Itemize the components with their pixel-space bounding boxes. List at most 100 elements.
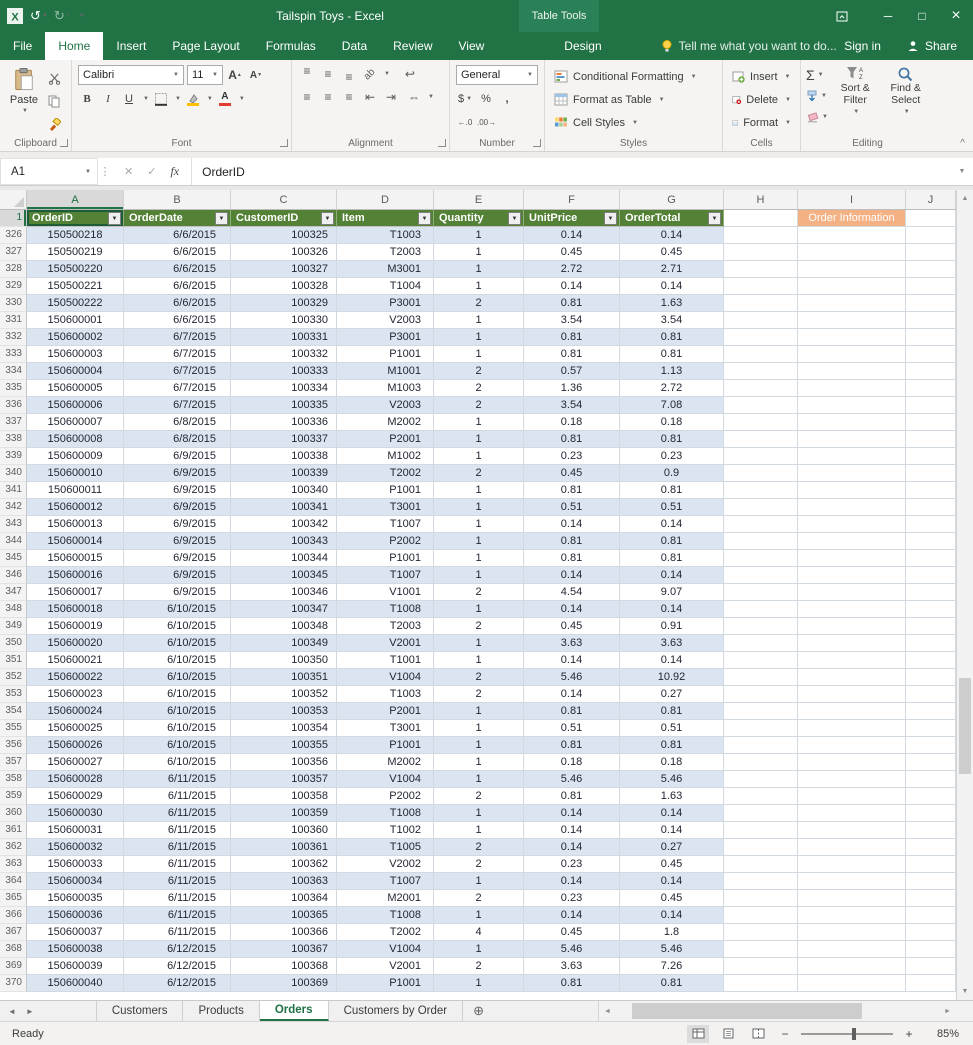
cell[interactable]: 150600012 (27, 499, 124, 516)
cell[interactable]: 150600001 (27, 312, 124, 329)
cell[interactable]: 0.81 (524, 975, 620, 992)
cell[interactable]: T1004 (337, 278, 434, 295)
cell[interactable] (724, 720, 798, 737)
row-header-364[interactable]: 364 (0, 873, 27, 890)
vertical-scroll-thumb[interactable] (959, 678, 971, 774)
row-header-341[interactable]: 341 (0, 482, 27, 499)
cell[interactable] (906, 958, 956, 975)
cell[interactable]: 0.14 (620, 805, 724, 822)
cell[interactable] (906, 431, 956, 448)
row-header-342[interactable]: 342 (0, 499, 27, 516)
column-header-H[interactable]: H (724, 190, 798, 209)
redo-button[interactable]: ↻ ▼ (54, 8, 72, 24)
cell[interactable]: 0.51 (620, 499, 724, 516)
row-header-329[interactable]: 329 (0, 278, 27, 295)
cell[interactable] (724, 584, 798, 601)
cell[interactable] (906, 720, 956, 737)
row-header-346[interactable]: 346 (0, 567, 27, 584)
zoom-in-button[interactable]: + (901, 1027, 917, 1041)
row-header-370[interactable]: 370 (0, 975, 27, 992)
ribbon-tab-review[interactable]: Review (380, 32, 445, 60)
row-header-360[interactable]: 360 (0, 805, 27, 822)
cell[interactable] (724, 482, 798, 499)
cell[interactable] (906, 295, 956, 312)
row-header-1[interactable]: 1 (0, 210, 27, 227)
cell[interactable] (906, 856, 956, 873)
cell[interactable]: 1 (434, 703, 524, 720)
cell[interactable]: 150600029 (27, 788, 124, 805)
cell[interactable]: 6/9/2015 (124, 482, 231, 499)
cell[interactable]: 6/12/2015 (124, 958, 231, 975)
formula-bar-expand-icon[interactable]: ▼ (951, 158, 973, 185)
cell[interactable]: 6/10/2015 (124, 652, 231, 669)
cell[interactable]: 6/7/2015 (124, 329, 231, 346)
cell[interactable] (906, 805, 956, 822)
column-header-A[interactable]: A (27, 190, 124, 209)
cell[interactable] (906, 227, 956, 244)
autosum-button[interactable]: Σ ▼ (806, 66, 828, 84)
filter-button-orderid[interactable]: ▼ (108, 212, 121, 225)
cell[interactable]: 6/9/2015 (124, 448, 231, 465)
sign-in-link[interactable]: Sign in (844, 39, 881, 53)
ribbon-tab-home[interactable]: Home (45, 32, 104, 60)
cell[interactable] (798, 516, 906, 533)
horizontal-scroll-track[interactable] (616, 1001, 939, 1021)
cell[interactable]: 1 (434, 941, 524, 958)
cell[interactable]: 1 (434, 482, 524, 499)
table-header-unitprice[interactable]: UnitPrice ▼ (524, 210, 620, 227)
cell[interactable]: 6/9/2015 (124, 516, 231, 533)
cell[interactable] (724, 924, 798, 941)
cell[interactable]: V2001 (337, 958, 434, 975)
cell[interactable]: V1001 (337, 584, 434, 601)
increase-decimal-button[interactable]: ←.0 (456, 113, 474, 131)
delete-cells-button[interactable]: Delete ▼ (726, 88, 797, 111)
page-layout-view-icon[interactable] (717, 1025, 739, 1043)
column-header-C[interactable]: C (231, 190, 337, 209)
cell[interactable] (798, 975, 906, 992)
cell[interactable]: 6/11/2015 (124, 856, 231, 873)
cell[interactable] (798, 822, 906, 839)
previous-sheet-icon[interactable]: ◄ (8, 1007, 16, 1016)
cell[interactable]: 100353 (231, 703, 337, 720)
cell[interactable]: 100358 (231, 788, 337, 805)
cell[interactable]: M2002 (337, 414, 434, 431)
cell[interactable] (906, 686, 956, 703)
cell[interactable] (798, 584, 906, 601)
cell[interactable]: 0.14 (524, 907, 620, 924)
cell[interactable] (798, 703, 906, 720)
cell[interactable]: 0.14 (620, 822, 724, 839)
filter-button-orderdate[interactable]: ▼ (215, 212, 228, 225)
cell[interactable]: 1 (434, 635, 524, 652)
cell[interactable]: 100338 (231, 448, 337, 465)
cell[interactable] (724, 907, 798, 924)
cell[interactable]: 1 (434, 567, 524, 584)
cell[interactable] (724, 975, 798, 992)
cell[interactable]: 4.54 (524, 584, 620, 601)
cell[interactable] (906, 839, 956, 856)
cell[interactable]: 150600023 (27, 686, 124, 703)
cell[interactable]: 100325 (231, 227, 337, 244)
cell[interactable]: 0.14 (524, 516, 620, 533)
increase-font-size-button[interactable]: A ▲ (226, 66, 244, 84)
cell[interactable]: 6/6/2015 (124, 295, 231, 312)
cell[interactable] (798, 941, 906, 958)
orientation-button[interactable]: ab (361, 65, 379, 83)
close-button[interactable]: × (939, 0, 973, 32)
cell[interactable]: 2.72 (620, 380, 724, 397)
row-header-327[interactable]: 327 (0, 244, 27, 261)
cell[interactable]: 1 (434, 346, 524, 363)
cell[interactable] (798, 295, 906, 312)
cell[interactable]: 1.13 (620, 363, 724, 380)
cell[interactable]: 1 (434, 771, 524, 788)
cell[interactable]: 0.81 (524, 737, 620, 754)
table-header-orderdate[interactable]: OrderDate ▼ (124, 210, 231, 227)
cell[interactable]: 150500219 (27, 244, 124, 261)
cell[interactable]: 100366 (231, 924, 337, 941)
cell[interactable] (724, 754, 798, 771)
table-header-quantity[interactable]: Quantity ▼ (434, 210, 524, 227)
cell[interactable]: 3.54 (524, 397, 620, 414)
cell[interactable] (724, 890, 798, 907)
normal-view-icon[interactable] (687, 1024, 709, 1043)
cell[interactable]: 3.63 (524, 635, 620, 652)
find-select-button[interactable]: Find & Select ▼ (880, 65, 931, 127)
